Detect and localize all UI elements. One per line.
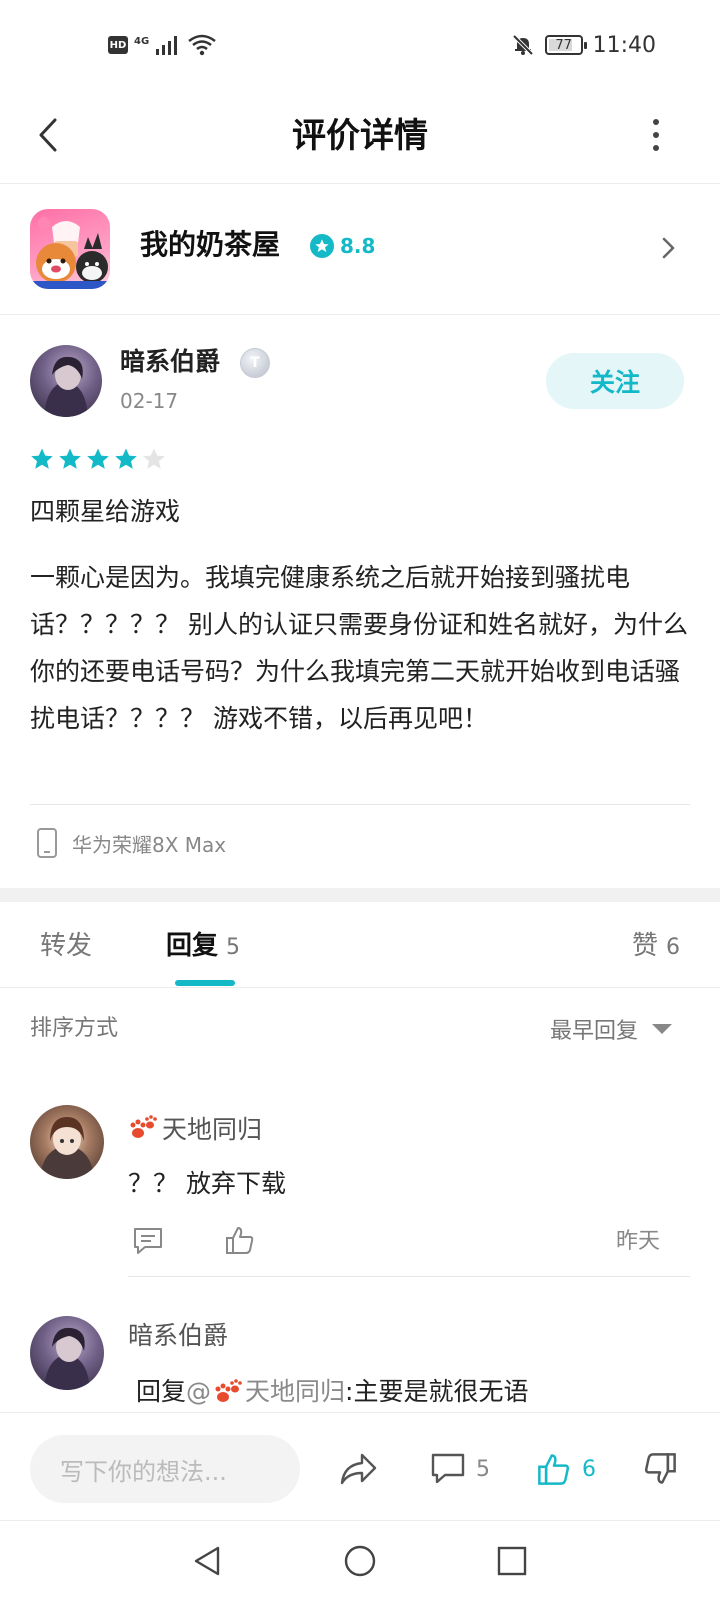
nav-back-button[interactable] (185, 1539, 229, 1583)
tab-like-count: 6 (666, 935, 680, 960)
game-name: 我的奶茶屋 (140, 228, 281, 261)
star-filled-icon (115, 448, 137, 469)
nav-back-icon (194, 1546, 220, 1576)
game-icon (30, 209, 110, 289)
sort-value: 最早回复 (549, 1019, 638, 1044)
tab-like-label: 赞 (631, 931, 658, 961)
active-tab-indicator (175, 980, 235, 986)
star-filled-icon (87, 448, 109, 469)
section-separator (0, 888, 720, 902)
tab-reply[interactable]: 回复 5 (166, 926, 240, 968)
game-artwork (30, 217, 110, 289)
game-score: 8.8 (340, 234, 376, 258)
phone-icon (37, 828, 57, 858)
tab-reply-label: 回复 (166, 931, 219, 961)
tab-like[interactable]: 赞 6 (632, 926, 680, 968)
comment-like-icon[interactable] (224, 1224, 256, 1256)
star-rating (30, 447, 166, 471)
chevron-right-icon (662, 237, 675, 259)
comment-time: 昨天 (615, 1229, 660, 1254)
bell-muted-icon (512, 34, 534, 56)
more-button[interactable] (636, 110, 676, 160)
status-bar: HD 4G 77 11:40 (0, 0, 720, 90)
comment-text: 回复 @ 天地同归 :主要是就很无语 (136, 1372, 528, 1412)
title-bar: 评价详情 (0, 90, 720, 184)
tab-forward-label: 转发 (40, 931, 93, 961)
signal-icon (156, 36, 178, 55)
reply-prefix: 回复 (136, 1377, 187, 1406)
comment-text: ？？ 放弃下载 (128, 1169, 286, 1198)
review-headline: 四颗星给游戏 (30, 497, 181, 526)
sort-label: 排序方式 (30, 1016, 119, 1041)
sort-dropdown[interactable]: 最早回复 (550, 1012, 672, 1046)
back-arrow-icon (39, 118, 57, 152)
back-button[interactable] (28, 110, 68, 160)
tab-reply-count: 5 (226, 935, 241, 960)
thumbs-up-icon (538, 1454, 570, 1485)
game-rating: 8.8 (310, 233, 375, 259)
caret-down-icon (652, 1024, 672, 1034)
star-empty-icon (143, 448, 165, 469)
reviewer-avatar[interactable] (30, 345, 102, 417)
system-nav-bar (0, 1520, 720, 1600)
reviewer-name[interactable]: 暗系伯爵 (120, 344, 220, 380)
comment-avatar[interactable] (30, 1316, 104, 1390)
comment-author-name[interactable]: 暗系伯爵 (128, 1316, 228, 1356)
clock: 11:40 (592, 32, 656, 58)
like-count: 6 (582, 1456, 596, 1482)
follow-button[interactable]: 关注 (546, 353, 684, 409)
share-button[interactable] (338, 1441, 378, 1497)
star-badge-icon (310, 234, 334, 258)
network-type: 4G (134, 35, 150, 47)
device-info: 华为荣耀8X Max (36, 826, 226, 860)
device-name: 华为荣耀8X Max (72, 832, 227, 857)
bottom-action-bar: 写下你的想法... 5 6 (0, 1412, 720, 1520)
mention-link[interactable]: @ 天地同归 (186, 1372, 345, 1412)
comment-actions: 昨天 (128, 1222, 690, 1262)
more-vertical-icon (653, 119, 659, 125)
nav-recent-icon (497, 1546, 527, 1576)
status-right: 77 11:40 (511, 30, 656, 60)
thumbs-down-icon (644, 1453, 676, 1484)
review-body: 一颗心是因为。我填完健康系统之后就开始接到骚扰电话？？？？？ 别人的认证只需要身… (30, 563, 688, 733)
like-button[interactable]: 6 (536, 1441, 596, 1497)
divider (30, 804, 690, 805)
review-date: 02-17 (120, 389, 179, 413)
comment-author[interactable]: 天地同归 (128, 1108, 262, 1148)
comment-divider (128, 1276, 690, 1277)
game-entry[interactable]: 我的奶茶屋 8.8 (0, 185, 720, 315)
comment-reply-icon[interactable] (132, 1226, 164, 1256)
comment-icon (431, 1453, 465, 1484)
nav-home-icon (344, 1545, 376, 1577)
share-icon (340, 1453, 377, 1485)
mention-at: @ (186, 1377, 212, 1406)
comment-avatar[interactable] (30, 1105, 104, 1179)
user-level-badge: T (240, 348, 270, 378)
reply-tabs: 转发 回复 5 赞 6 (0, 902, 720, 988)
status-left: HD 4G (108, 32, 217, 58)
wifi-icon (188, 34, 216, 56)
reply-text: :主要是就很无语 (345, 1377, 529, 1406)
star-filled-icon (59, 448, 81, 469)
nav-recent-button[interactable] (490, 1539, 534, 1583)
comment-author-name: 天地同归 (162, 1115, 263, 1144)
paw-icon (215, 1379, 242, 1402)
page-title: 评价详情 (292, 116, 428, 156)
nav-home-button[interactable] (338, 1539, 382, 1583)
mention-name: 天地同归 (245, 1377, 346, 1406)
paw-icon (130, 1115, 157, 1138)
battery-indicator: 77 (544, 35, 587, 55)
star-filled-icon (31, 448, 53, 469)
battery-level: 77 (555, 37, 572, 53)
hd-badge: HD (108, 36, 128, 54)
comment-input[interactable]: 写下你的想法... (30, 1435, 300, 1503)
dislike-button[interactable] (642, 1441, 678, 1497)
comment-button[interactable]: 5 (430, 1441, 490, 1497)
tab-forward[interactable]: 转发 (40, 926, 92, 966)
comment-count: 5 (476, 1456, 490, 1482)
